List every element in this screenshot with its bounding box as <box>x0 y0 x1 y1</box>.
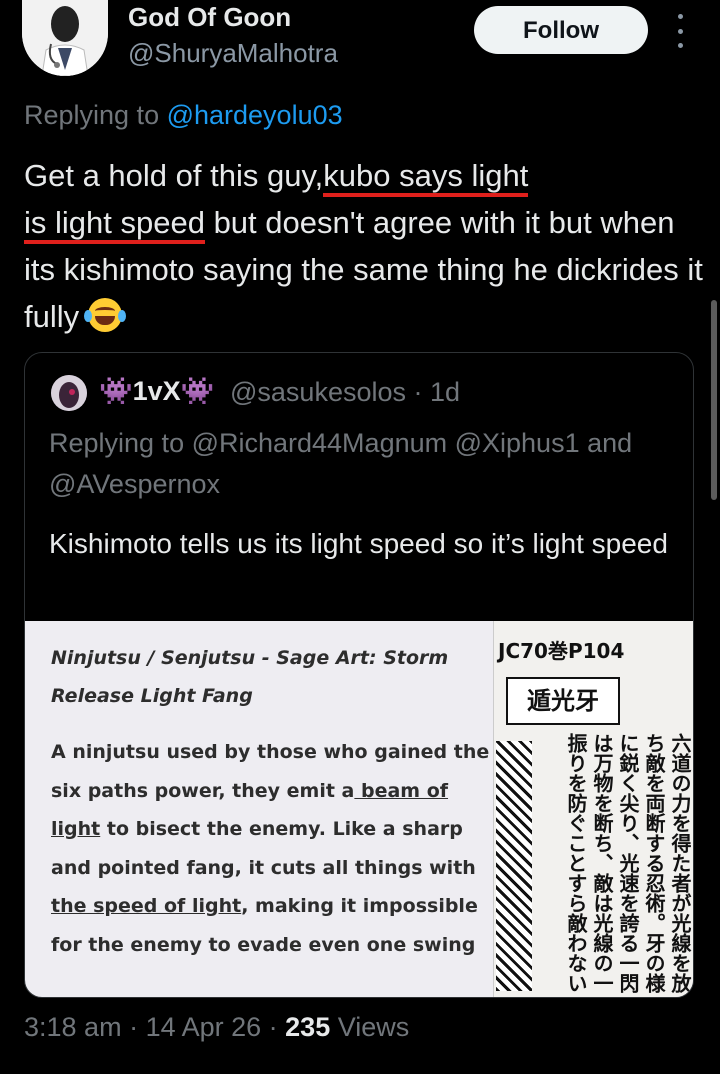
replying-prefix: Replying to <box>24 100 167 130</box>
author-avatar[interactable] <box>22 0 108 76</box>
follow-button[interactable]: Follow <box>474 6 648 54</box>
face-with-tears-of-joy-emoji <box>83 298 126 332</box>
views-label: Views <box>330 1012 410 1042</box>
quote-replying-to: Replying to @Richard44Magnum @Xiphus1 an… <box>49 428 633 499</box>
image-body: A ninjutsu used by those who gained the … <box>51 733 491 964</box>
reply-mention-link[interactable]: @hardeyolu03 <box>167 100 343 130</box>
quoted-tweet-card[interactable]: 👾1vX👾 @sasukesolos · 1d Replying to @Ric… <box>24 352 694 998</box>
author-handle[interactable]: @ShuryaMalhotra <box>128 38 338 69</box>
meta-sep-1: · <box>121 1012 146 1042</box>
manga-text-col-4: は万物を断ち、敵は光線の一 <box>592 733 614 993</box>
manga-text-col-5: 振りを防ぐことすら敵わない <box>566 733 588 993</box>
more-options-icon[interactable] <box>672 14 688 48</box>
author-name[interactable]: God Of Goon <box>128 2 291 33</box>
image-title: Ninjutsu / Senjutsu - Sage Art: Storm Re… <box>51 647 449 707</box>
manga-text-col-3: に鋭く尖り、光速を誇る一閃 <box>618 733 640 993</box>
doctor-avatar-icon <box>22 0 108 76</box>
tweet-text-part1: Get a hold of this guy, <box>24 158 324 193</box>
manga-title: 遁光牙 <box>506 677 620 725</box>
tweet-meta: 3:18 am · 14 Apr 26 · 235 Views <box>24 1012 409 1043</box>
replying-to: Replying to @hardeyolu03 <box>24 100 343 131</box>
tweet-underlined-1: kubo says light <box>323 158 529 197</box>
quote-author-name: 👾1vX👾 <box>99 376 215 406</box>
image-body-underline-2: the speed of light <box>51 895 242 917</box>
tweet-text: Get a hold of this guy,kubo says light is… <box>24 152 704 340</box>
quote-avatar-icon <box>51 375 87 411</box>
meta-sep-2: · <box>261 1012 286 1042</box>
manga-art <box>496 741 532 991</box>
quote-media-image[interactable]: Ninjutsu / Senjutsu - Sage Art: Storm Re… <box>25 621 693 997</box>
image-body-b: to bisect the enemy. Like a sharp and po… <box>51 818 476 879</box>
scrollbar[interactable] <box>711 300 717 500</box>
manga-text-col-1: 六道の力を得た者が光線を放 <box>670 733 692 993</box>
quote-text: Kishimoto tells us its light speed so it… <box>49 528 668 559</box>
tweet-time[interactable]: 3:18 am <box>24 1012 122 1042</box>
quote-author-handle: @sasukesolos · 1d <box>230 377 461 407</box>
views-count: 235 <box>285 1012 331 1042</box>
manga-panel: JC70巻P104 遁光牙 六道の力を得た者が光線を放 ち敵を両断する忍術。牙の… <box>493 621 693 997</box>
tweet-date[interactable]: 14 Apr 26 <box>146 1012 262 1042</box>
manga-text-col-2: ち敵を両断する忍術。牙の様 <box>644 733 666 993</box>
tweet-underlined-2: is light speed <box>24 205 205 244</box>
manga-header: JC70巻P104 <box>498 639 625 663</box>
quote-avatar <box>51 375 87 411</box>
